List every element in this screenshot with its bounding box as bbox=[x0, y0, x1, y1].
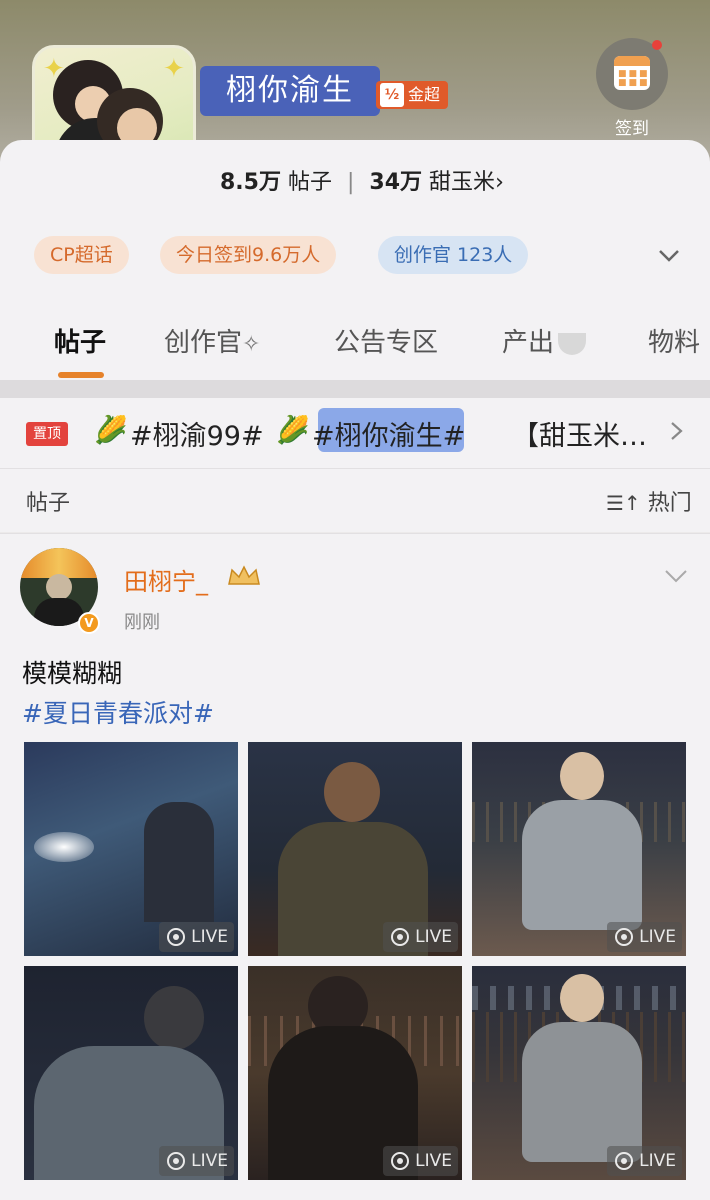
tab-output[interactable]: 产出 bbox=[502, 322, 587, 359]
live-label: LIVE bbox=[639, 927, 676, 947]
tab-materials[interactable]: 物料 bbox=[648, 322, 700, 359]
pinned-bar[interactable]: 置顶 🌽 #栩渝99# 🌽 #栩你渝生# 【甜玉米… bbox=[0, 398, 710, 468]
creator-tag[interactable]: 创作官 123人 bbox=[378, 236, 529, 274]
photo-figure bbox=[144, 802, 214, 922]
live-icon bbox=[615, 1152, 634, 1170]
corn-icon: 🌽 bbox=[94, 415, 128, 446]
photo-thumbnail[interactable]: LIVE bbox=[472, 742, 686, 956]
photo-light bbox=[34, 832, 94, 862]
avatar-figure bbox=[34, 598, 84, 626]
live-badge: LIVE bbox=[159, 922, 234, 952]
avatar-figure bbox=[46, 574, 72, 600]
photo-figure bbox=[324, 762, 380, 822]
live-label: LIVE bbox=[639, 1151, 676, 1171]
tab-announcements[interactable]: 公告专区 bbox=[334, 322, 438, 359]
section-divider bbox=[0, 380, 710, 398]
rice-bowl-icon bbox=[558, 332, 587, 355]
live-icon bbox=[615, 928, 634, 946]
live-icon bbox=[391, 928, 410, 946]
live-label: LIVE bbox=[415, 927, 452, 947]
notification-dot bbox=[652, 40, 662, 50]
posts-section-header: 帖子 ☰↑ 热门 bbox=[0, 468, 710, 532]
checkin-button[interactable]: ■■■ ■■■ bbox=[596, 38, 668, 110]
live-label: LIVE bbox=[191, 927, 228, 947]
chevron-down-icon[interactable] bbox=[664, 568, 688, 584]
pinned-badge: 置顶 bbox=[26, 422, 68, 446]
live-label: LIVE bbox=[415, 1151, 452, 1171]
gold-super-label: 金超 bbox=[408, 85, 441, 104]
photo-figure bbox=[560, 974, 604, 1022]
sort-button[interactable]: ☰↑ 热门 bbox=[606, 485, 692, 517]
pinned-item[interactable]: #栩你渝生# bbox=[312, 414, 465, 453]
live-badge: LIVE bbox=[383, 922, 458, 952]
checkin-label: 签到 bbox=[615, 119, 649, 139]
photo-figure bbox=[522, 800, 642, 930]
live-badge: LIVE bbox=[607, 1146, 682, 1176]
section-label: 帖子 bbox=[26, 491, 71, 516]
sort-icon: ☰↑ bbox=[606, 491, 641, 515]
sort-label: 热门 bbox=[647, 491, 692, 516]
active-tab-indicator bbox=[58, 372, 104, 378]
posts-label: 帖子 bbox=[287, 170, 332, 195]
tab-creator-label: 创作官 bbox=[164, 328, 243, 358]
photo-thumbnail[interactable]: LIVE bbox=[472, 966, 686, 1180]
gold-super-badge[interactable]: ½ 金超 bbox=[376, 81, 449, 109]
photo-thumbnail[interactable]: LIVE bbox=[24, 966, 238, 1180]
fans-count: 34万 bbox=[369, 170, 423, 195]
photo-thumbnail[interactable]: LIVE bbox=[248, 966, 462, 1180]
live-badge: LIVE bbox=[607, 922, 682, 952]
photo-figure bbox=[144, 986, 204, 1050]
fans-label: 甜玉米 bbox=[429, 170, 496, 195]
tab-posts[interactable]: 帖子 bbox=[54, 322, 106, 359]
chevron-right-icon: › bbox=[495, 170, 504, 195]
live-badge: LIVE bbox=[159, 1146, 234, 1176]
calendar-icon: ■■■ ■■■ bbox=[614, 56, 650, 90]
verified-icon: V bbox=[78, 612, 100, 634]
chevron-down-icon[interactable] bbox=[656, 242, 682, 268]
live-icon bbox=[167, 1152, 186, 1170]
pinned-item[interactable]: #栩渝99# bbox=[130, 414, 264, 453]
post-time: 刚刚 bbox=[124, 612, 160, 633]
stats-divider: | bbox=[347, 170, 355, 195]
today-checkin-tag[interactable]: 今日签到9.6万人 bbox=[160, 236, 337, 274]
half-icon: ½ bbox=[380, 83, 404, 107]
live-icon bbox=[167, 928, 186, 946]
tab-output-label: 产出 bbox=[502, 328, 555, 358]
tab-creator[interactable]: 创作官✧ bbox=[164, 322, 260, 359]
photo-thumbnail[interactable]: LIVE bbox=[24, 742, 238, 956]
corn-icon: 🌽 bbox=[276, 415, 310, 446]
badge-icon: ✧ bbox=[242, 332, 261, 357]
cp-super-topic-tag[interactable]: CP超话 bbox=[34, 236, 129, 274]
posts-count: 8.5万 bbox=[220, 170, 281, 195]
topic-title: 栩你渝生 bbox=[200, 66, 380, 116]
chevron-right-icon[interactable] bbox=[668, 420, 686, 442]
author-name[interactable]: 田栩宁_ bbox=[124, 562, 208, 597]
tab-bar: 帖子 创作官✧ 公告专区 产出 物料 bbox=[0, 322, 710, 382]
live-label: LIVE bbox=[191, 1151, 228, 1171]
topic-stats[interactable]: 8.5万 帖子 | 34万 甜玉米› bbox=[220, 164, 504, 196]
post-hashtag[interactable]: #夏日青春派对# bbox=[22, 694, 214, 730]
photo-figure bbox=[560, 752, 604, 800]
live-badge: LIVE bbox=[383, 1146, 458, 1176]
live-icon bbox=[391, 1152, 410, 1170]
photo-thumbnail[interactable]: LIVE bbox=[248, 742, 462, 956]
cover-decoration: ✦ bbox=[163, 54, 185, 84]
crown-icon bbox=[228, 565, 260, 585]
post-text: 模模糊糊 bbox=[22, 659, 123, 688]
post-card[interactable]: V 田栩宁_ 刚刚 模模糊糊 #夏日青春派对# LIVE LIVE LIVE L… bbox=[0, 533, 710, 1200]
photo-figure bbox=[522, 1022, 642, 1162]
pinned-item[interactable]: 【甜玉米… bbox=[512, 414, 647, 453]
